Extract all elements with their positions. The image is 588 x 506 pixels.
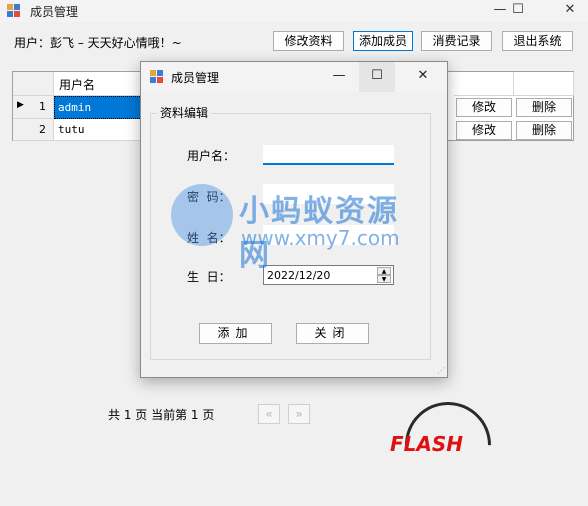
- username-cell[interactable]: admin: [54, 96, 154, 119]
- main-close-button[interactable]: ✕: [552, 0, 588, 22]
- pager-status: 共 1 页 当前第 1 页: [108, 408, 215, 422]
- maximize-icon: ☐: [512, 2, 524, 17]
- dialog-title: 成员管理: [171, 71, 220, 85]
- close-icon: ✕: [564, 2, 576, 17]
- column-header-delete: [514, 72, 574, 96]
- spin-down-icon[interactable]: ▼: [377, 275, 391, 283]
- purchase-records-button[interactable]: 消费记录: [421, 31, 492, 51]
- row-edit-button[interactable]: 修改: [456, 121, 512, 140]
- maximize-icon: ☐: [371, 68, 383, 83]
- username-label: 用户名：: [187, 149, 236, 163]
- row-header[interactable]: 2: [13, 119, 54, 141]
- row-delete-button[interactable]: 删除: [516, 121, 572, 140]
- dialog-close-button[interactable]: ✕: [405, 62, 441, 92]
- exit-system-button[interactable]: 退出系统: [502, 31, 573, 51]
- row-header[interactable]: ▶ 1: [13, 96, 54, 119]
- column-header-edit: [454, 72, 514, 96]
- row-index: 1: [39, 100, 46, 113]
- birthday-label: 生 日：: [187, 270, 231, 284]
- row-delete-button[interactable]: 删除: [516, 98, 572, 117]
- dialog-minimize-button[interactable]: —: [321, 62, 357, 92]
- watermark-url: www.xmy7.com: [241, 226, 400, 250]
- prev-page-button[interactable]: «: [258, 404, 280, 424]
- add-button[interactable]: 添加: [199, 323, 272, 344]
- current-row-arrow-icon: ▶: [17, 100, 24, 110]
- dialog-maximize-button[interactable]: ☐: [359, 62, 395, 92]
- user-greeting: 用户：彭飞 – 天天好心情哦！~: [14, 36, 182, 50]
- username-cell[interactable]: tutu: [54, 119, 154, 141]
- watermark: 小蚂蚁资源网 www.xmy7.com: [171, 184, 421, 273]
- next-page-button[interactable]: »: [288, 404, 310, 424]
- column-header-username[interactable]: 用户名: [54, 72, 154, 96]
- app-icon: [150, 70, 163, 83]
- double-chevron-left-icon: «: [265, 407, 273, 421]
- app-icon: [7, 4, 20, 17]
- corner-logo: FLASH: [390, 432, 464, 456]
- close-button[interactable]: 关闭: [296, 323, 369, 344]
- add-member-button[interactable]: 添加成员: [353, 31, 413, 51]
- resize-grip-icon[interactable]: ⋰: [437, 366, 445, 375]
- row-index: 2: [39, 123, 46, 136]
- row-edit-button[interactable]: 修改: [456, 98, 512, 117]
- username-field[interactable]: [263, 145, 394, 165]
- main-maximize-button[interactable]: ☐: [500, 0, 536, 22]
- close-icon: ✕: [417, 68, 429, 83]
- watermark-logo-icon: [171, 184, 233, 246]
- group-title: 资料编辑: [157, 104, 212, 121]
- main-titlebar: 成员管理 — ☐ ✕: [0, 0, 588, 22]
- grid-corner-header: [13, 72, 54, 96]
- double-chevron-right-icon: »: [295, 407, 303, 421]
- minimize-icon: —: [332, 68, 346, 83]
- dialog-titlebar: 成员管理 — ☐ ✕: [141, 62, 447, 92]
- edit-profile-button[interactable]: 修改资料: [273, 31, 344, 51]
- main-window-title: 成员管理: [30, 5, 79, 19]
